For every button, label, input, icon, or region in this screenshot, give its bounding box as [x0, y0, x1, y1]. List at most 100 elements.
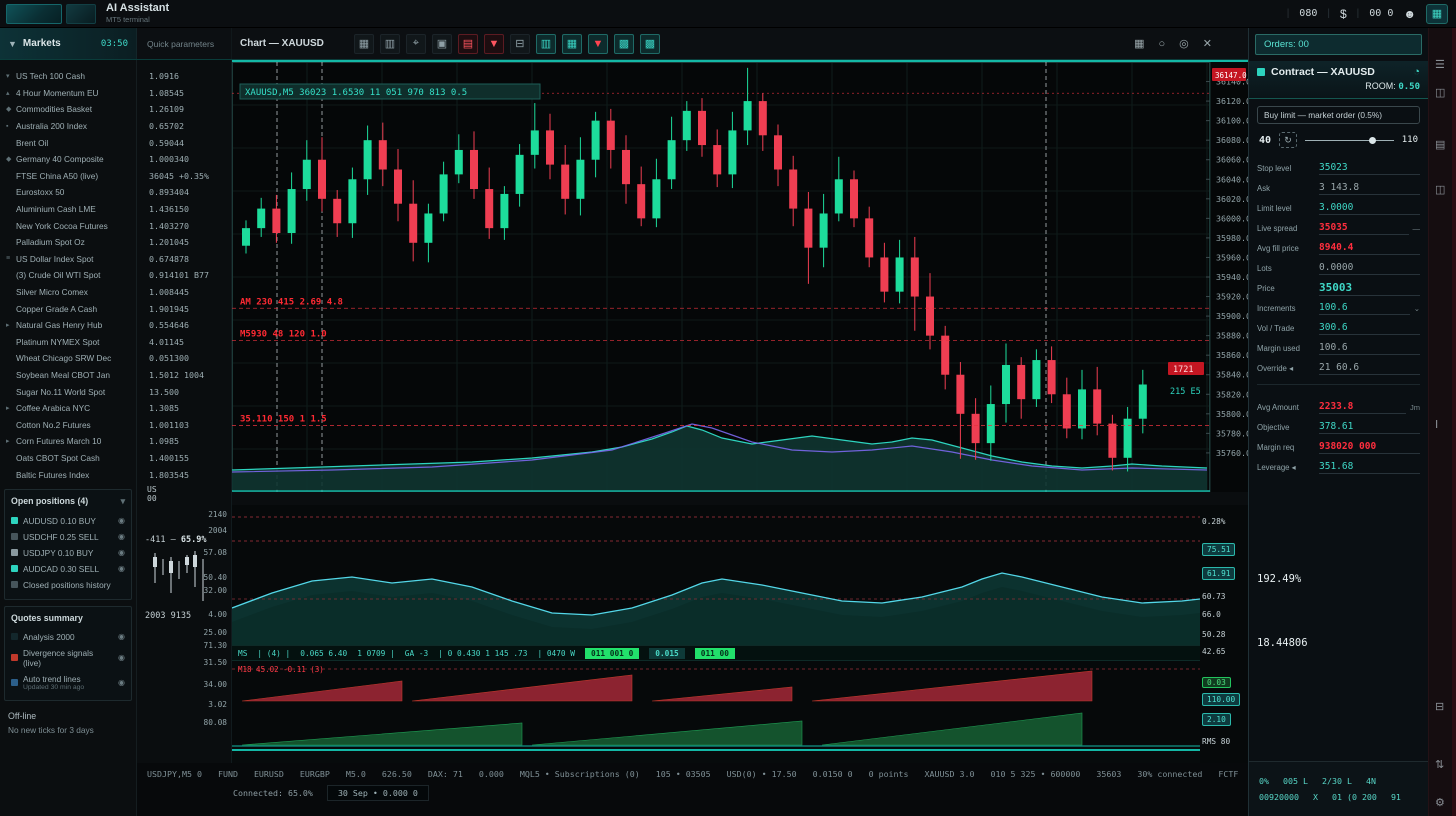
symbol-price[interactable]: 0.554646	[137, 317, 231, 334]
swap-icon[interactable]: ⇅	[1435, 758, 1444, 771]
symbol-name[interactable]: Contract — XAUUSD	[1271, 66, 1375, 78]
field-value[interactable]: 3 143.8	[1319, 182, 1420, 195]
status-item[interactable]: 35603	[1096, 769, 1121, 779]
symbol-price[interactable]: 1.436150	[137, 201, 231, 218]
market-watch-row[interactable]: Wheat Chicago SRW Dec	[0, 350, 136, 367]
symbol-price[interactable]: 1.403270	[137, 217, 231, 234]
signal-item[interactable]: Divergence signals (live)◉	[9, 645, 127, 671]
position-item[interactable]: USDJPY 0.10 BUY◉	[9, 545, 127, 561]
spread-panel[interactable]	[232, 505, 1200, 553]
order-type-select[interactable]: Buy limit — market order (0.5%)	[1257, 106, 1420, 124]
collapse-caret-icon[interactable]: ▾	[121, 496, 125, 507]
status-item[interactable]: EURUSD	[254, 769, 284, 779]
market-watch-row[interactable]: Sugar No.11 World Spot	[0, 383, 136, 400]
status-item[interactable]: FUND	[218, 769, 238, 779]
restore-icon[interactable]: ◎	[1179, 37, 1189, 50]
status-item[interactable]: 105 • 03505	[656, 769, 711, 779]
market-watch-row[interactable]: ◆Commodities Basket	[0, 101, 136, 118]
market-watch-row[interactable]: ▾US Tech 100 Cash	[0, 68, 136, 85]
user-icon[interactable]: ☻	[1403, 7, 1416, 21]
symbol-price[interactable]: 0.65702	[137, 118, 231, 135]
candlestick-canvas[interactable]: AM 230 415 2.69 4.8M5930 48 120 1.035.11…	[232, 62, 1248, 492]
status-item[interactable]: 0.000	[479, 769, 504, 779]
green-histogram-panel[interactable]	[232, 705, 1200, 749]
status-item[interactable]: FCTF	[1218, 769, 1238, 779]
market-watch-row[interactable]: ▸Corn Futures March 10	[0, 433, 136, 450]
market-watch-row[interactable]: ▸Natural Gas Henry Hub	[0, 317, 136, 334]
market-watch-row[interactable]: Aluminium Cash LME	[0, 201, 136, 218]
market-watch-row[interactable]: ▸Coffee Arabica NYC	[0, 400, 136, 417]
field-value[interactable]: 35003	[1319, 281, 1420, 296]
layers-icon[interactable]: ▤	[1435, 138, 1445, 151]
secondary-logo[interactable]	[66, 4, 96, 24]
market-watch-row[interactable]: New York Cocoa Futures	[0, 217, 136, 234]
apps-button[interactable]: ▦	[1426, 4, 1448, 24]
field-value[interactable]: 100.6	[1319, 302, 1410, 315]
symbol-price[interactable]: 0.59044	[137, 134, 231, 151]
symbol-price[interactable]: 0.674878	[137, 251, 231, 268]
symbol-price[interactable]: 1.26109	[137, 101, 231, 118]
field-value[interactable]: 3.0000	[1319, 202, 1420, 215]
quick-parameters-label[interactable]: Quick parameters	[137, 28, 232, 59]
symbol-price[interactable]: 1.803545	[137, 466, 231, 483]
main-chart[interactable]: AM 230 415 2.69 4.8M5930 48 120 1.035.11…	[232, 60, 1248, 492]
refresh-icon[interactable]: ↻	[1279, 132, 1297, 148]
market-watch-row[interactable]: Eurostoxx 50	[0, 184, 136, 201]
list-icon[interactable]: ☰	[1435, 58, 1445, 71]
market-watch-row[interactable]: Soybean Meal CBOT Jan	[0, 367, 136, 384]
symbol-price[interactable]: 1.000340	[137, 151, 231, 168]
symbol-price[interactable]: 1.5012 1004	[137, 367, 231, 384]
status-item[interactable]: M5.0	[346, 769, 366, 779]
status-item[interactable]: USD(0) • 17.50	[727, 769, 797, 779]
symbol-price[interactable]: 36045 +0.35%	[137, 168, 231, 185]
stack-icon[interactable]: ⊟	[1435, 700, 1444, 713]
market-watch-row[interactable]: Copper Grade A Cash	[0, 300, 136, 317]
visibility-eye-icon[interactable]: ◉	[118, 532, 125, 541]
indicators-a-icon[interactable]: ▥	[536, 34, 556, 54]
market-watch-row[interactable]: Cotton No.2 Futures	[0, 416, 136, 433]
panel-icon[interactable]: ◫	[1435, 86, 1445, 99]
position-item[interactable]: USDCHF 0.25 SELL◉	[9, 529, 127, 545]
market-watch-row[interactable]: Silver Micro Comex	[0, 284, 136, 301]
qty-value[interactable]: 40	[1259, 135, 1271, 146]
symbol-price[interactable]: 4.01145	[137, 334, 231, 351]
status-item[interactable]: DAX: 71	[428, 769, 463, 779]
dollar-icon[interactable]: $	[1340, 7, 1347, 21]
field-value[interactable]: 100.6	[1319, 342, 1420, 355]
symbol-price[interactable]: 1.008445	[137, 284, 231, 301]
status-item[interactable]: MQL5 • Subscriptions (0)	[520, 769, 640, 779]
position-item[interactable]: AUDUSD 0.10 BUY◉	[9, 513, 127, 529]
signal-item[interactable]: Auto trend linesUpdated 30 min ago◉	[9, 671, 127, 694]
status-item[interactable]: 0.0150 0	[813, 769, 853, 779]
field-value[interactable]: 378.61	[1319, 421, 1420, 434]
status-item[interactable]: 626.50	[382, 769, 412, 779]
sell-order-icon[interactable]: ▼	[484, 34, 504, 54]
templates-icon[interactable]: ▣	[432, 34, 452, 54]
dock-icon[interactable]: ◫	[1435, 183, 1445, 196]
status-item[interactable]: 010 5 325 • 600000	[991, 769, 1081, 779]
status-item[interactable]: XAUUSD 3.0	[925, 769, 975, 779]
status-item[interactable]: 30% connected	[1137, 769, 1202, 779]
field-value[interactable]: 0.0000	[1319, 262, 1420, 275]
field-value[interactable]: 35023	[1319, 162, 1420, 175]
symbol-price[interactable]: 1.3085	[137, 400, 231, 417]
close-icon[interactable]: ✕	[1203, 37, 1212, 50]
settings-gear-icon[interactable]: ⚙	[1435, 796, 1445, 809]
app-logo[interactable]	[6, 4, 62, 24]
status-item[interactable]: USDJPY,M5 0	[147, 769, 202, 779]
closed-positions-link[interactable]: Closed positions history	[9, 577, 127, 593]
visibility-eye-icon[interactable]: ◉	[118, 632, 125, 641]
symbol-price[interactable]: 1.201045	[137, 234, 231, 251]
market-watch-row[interactable]: ▴4 Hour Momentum EU	[0, 85, 136, 102]
symbol-price[interactable]: 1.0985	[137, 433, 231, 450]
signal-item[interactable]: Analysis 2000◉	[9, 629, 127, 645]
crosshair-icon[interactable]: ⌖	[406, 34, 426, 54]
market-watch-header[interactable]: ▼ Markets 03:50	[0, 28, 137, 59]
red-histogram-panel[interactable]	[232, 661, 1200, 705]
field-value[interactable]: 300.6	[1319, 322, 1420, 335]
visibility-eye-icon[interactable]: ◉	[118, 548, 125, 557]
indicators-b-icon[interactable]: ▦	[562, 34, 582, 54]
market-watch-row[interactable]: Brent Oil	[0, 134, 136, 151]
field-value[interactable]: 8940.4	[1319, 242, 1420, 255]
object-list-icon[interactable]: ⊟	[510, 34, 530, 54]
